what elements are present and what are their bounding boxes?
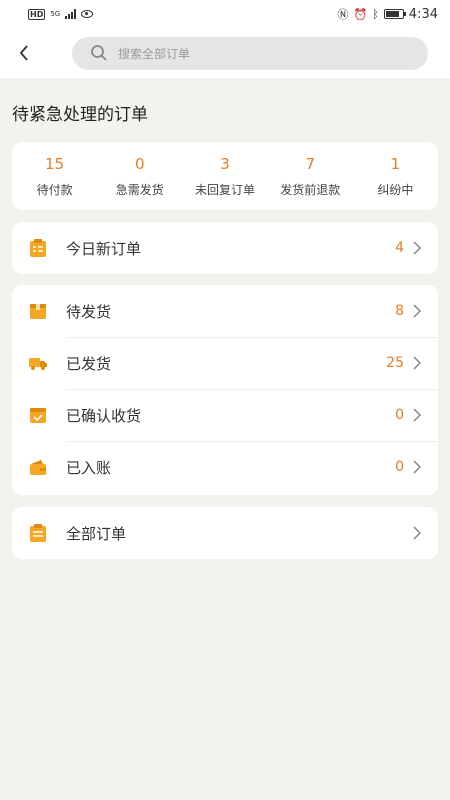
pending-shipment-row[interactable]: 待发货 8 bbox=[12, 285, 438, 337]
section-title: 待紧急处理的订单 bbox=[12, 105, 148, 125]
clipboard-check-icon bbox=[28, 238, 48, 258]
row-label: 待发货 bbox=[66, 302, 112, 321]
box-check-icon bbox=[28, 405, 48, 425]
eye-icon bbox=[81, 10, 94, 18]
urgent-stats-card: 15 待付款 0 急需发货 3 未回复订单 7 发货前退款 1 纠纷中 bbox=[12, 142, 438, 210]
row-label: 已发货 bbox=[66, 354, 112, 373]
network-type: 5G bbox=[50, 9, 61, 18]
search-input[interactable]: 搜索全部订单 bbox=[72, 36, 428, 70]
status-left: HD 5G bbox=[28, 8, 94, 20]
chevron-right-icon bbox=[412, 459, 422, 475]
hd-badge: HD bbox=[28, 8, 46, 20]
confirmed-receipt-row[interactable]: 已确认收货 0 bbox=[12, 389, 438, 441]
chevron-right-icon bbox=[412, 303, 422, 319]
search-placeholder: 搜索全部订单 bbox=[118, 46, 191, 61]
row-label: 已入账 bbox=[66, 458, 112, 477]
stat-pending-payment[interactable]: 15 待付款 bbox=[12, 142, 97, 210]
today-orders-row[interactable]: 今日新订单 4 bbox=[12, 222, 438, 274]
nfc-icon: Ⓝ bbox=[337, 8, 349, 21]
stat-label: 急需发货 bbox=[115, 182, 164, 197]
chevron-right-icon bbox=[412, 407, 422, 423]
chevron-right-icon bbox=[412, 240, 422, 256]
search-icon bbox=[91, 45, 107, 61]
row-label: 全部订单 bbox=[66, 524, 127, 543]
today-orders-card: 今日新订单 4 bbox=[12, 222, 438, 274]
stat-value: 3 bbox=[220, 154, 230, 173]
row-label: 今日新订单 bbox=[66, 239, 142, 258]
back-button[interactable] bbox=[12, 38, 36, 68]
status-bar: HD 5G Ⓝ ⏰ ᛒ 4:34 bbox=[0, 0, 450, 28]
stat-label: 发货前退款 bbox=[280, 182, 341, 197]
stat-urgent-shipping[interactable]: 0 急需发货 bbox=[97, 142, 182, 210]
status-time: 4:34 bbox=[408, 6, 438, 22]
stat-unreplied[interactable]: 3 未回复订单 bbox=[182, 142, 267, 210]
stat-refund-before-shipping[interactable]: 7 发货前退款 bbox=[268, 142, 353, 210]
status-right: Ⓝ ⏰ ᛒ 4:34 bbox=[337, 6, 438, 22]
header: 搜索全部订单 bbox=[0, 28, 450, 78]
stat-value: 0 bbox=[135, 154, 145, 173]
truck-icon bbox=[28, 353, 48, 373]
alarm-icon: ⏰ bbox=[353, 7, 368, 21]
bluetooth-icon: ᛒ bbox=[372, 7, 379, 21]
battery-icon bbox=[383, 9, 406, 19]
stat-label: 待付款 bbox=[36, 182, 73, 197]
signal-icon bbox=[65, 9, 77, 19]
row-count: 25 bbox=[386, 355, 404, 371]
shipping-status-card: 待发货 8 已发货 25 已确认收货 0 已入账 0 bbox=[12, 285, 438, 495]
all-orders-card: 全部订单 bbox=[12, 507, 438, 559]
wallet-icon bbox=[28, 457, 48, 477]
stat-label: 未回复订单 bbox=[195, 182, 256, 197]
row-count: 8 bbox=[395, 303, 404, 319]
row-label: 已确认收货 bbox=[66, 406, 142, 425]
stat-value: 15 bbox=[45, 154, 65, 173]
credited-row[interactable]: 已入账 0 bbox=[12, 441, 438, 493]
chevron-right-icon bbox=[412, 525, 422, 541]
chevron-left-icon bbox=[19, 45, 28, 61]
clipboard-list-icon bbox=[28, 523, 48, 543]
stat-value: 1 bbox=[390, 154, 401, 173]
shipped-row[interactable]: 已发货 25 bbox=[12, 337, 438, 389]
row-count: 0 bbox=[395, 459, 404, 475]
stat-dispute[interactable]: 1 纠纷中 bbox=[353, 142, 438, 210]
box-icon bbox=[28, 301, 48, 321]
stat-label: 纠纷中 bbox=[377, 182, 414, 197]
row-count: 0 bbox=[395, 407, 404, 423]
stat-value: 7 bbox=[305, 154, 315, 173]
row-count: 4 bbox=[395, 240, 404, 256]
all-orders-row[interactable]: 全部订单 bbox=[12, 507, 438, 559]
chevron-right-icon bbox=[412, 355, 422, 371]
